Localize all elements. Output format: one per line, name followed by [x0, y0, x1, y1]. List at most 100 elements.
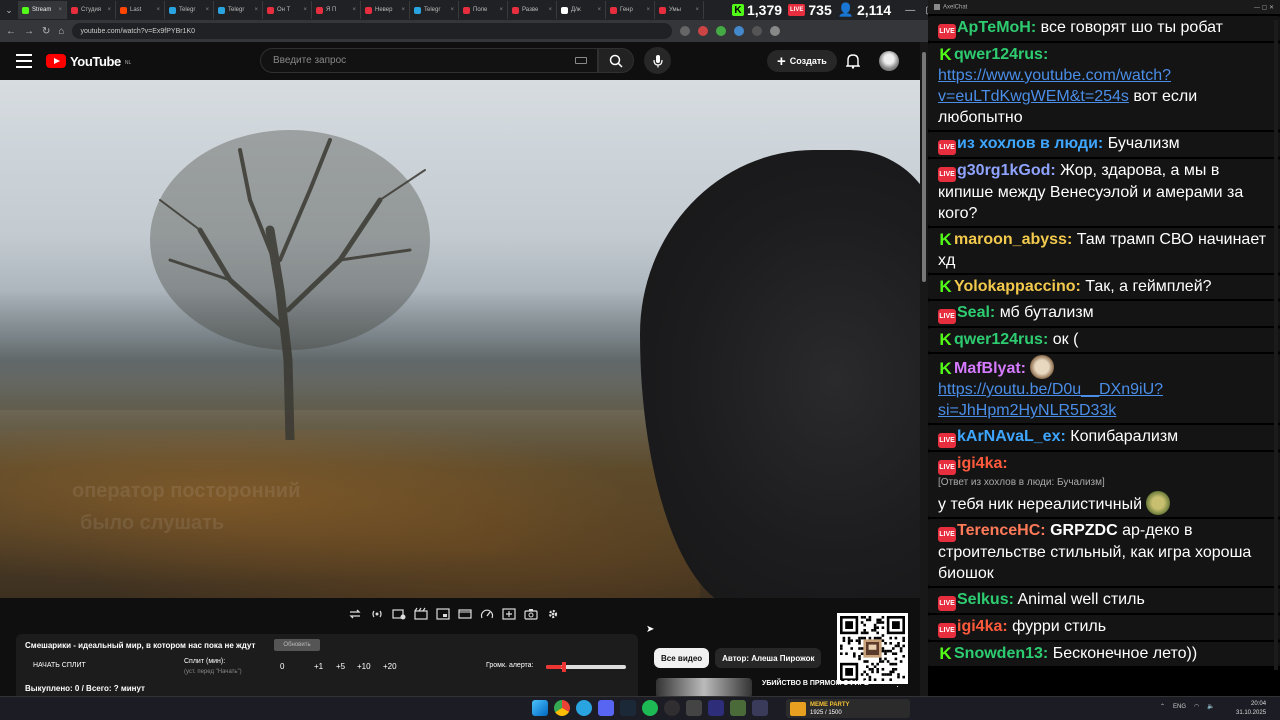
- url-field[interactable]: youtube.com/watch?v=Ex9fPYBr1K0: [72, 23, 673, 39]
- broadcast-icon[interactable]: [368, 605, 386, 623]
- more-vert-icon[interactable]: ⋮: [893, 678, 902, 689]
- browser-tab[interactable]: Поле ×: [459, 1, 508, 19]
- menu-icon[interactable]: [16, 54, 32, 68]
- browser-tab[interactable]: Он Т ×: [263, 1, 312, 19]
- alert-volume-slider[interactable]: [546, 662, 626, 672]
- browser-tab[interactable]: Невер ×: [361, 1, 410, 19]
- chat-nick[interactable]: АрТеМоН:: [957, 19, 1036, 36]
- app-icon[interactable]: [730, 700, 746, 716]
- browser-tab[interactable]: Telegr ×: [410, 1, 459, 19]
- spotify-icon[interactable]: [642, 700, 658, 716]
- chat-nick[interactable]: qwer124rus:: [954, 46, 1048, 63]
- app-icon[interactable]: [752, 700, 768, 716]
- minimize-icon[interactable]: —: [905, 5, 915, 16]
- youtube-logo[interactable]: YouTube NL: [46, 54, 131, 69]
- increment-button[interactable]: +20: [383, 662, 397, 671]
- chat-nick[interactable]: Seal:: [957, 304, 995, 321]
- browser-tab[interactable]: Telegr ×: [165, 1, 214, 19]
- obs-icon[interactable]: [664, 700, 680, 716]
- browser-tab[interactable]: Last ×: [116, 1, 165, 19]
- tab-close-icon[interactable]: ×: [254, 7, 258, 13]
- extension-icon[interactable]: [698, 26, 709, 36]
- avatar[interactable]: [879, 51, 899, 71]
- search-input[interactable]: [273, 55, 563, 66]
- media-widget[interactable]: MEME PARTY 1925 / 1500: [786, 699, 910, 718]
- telegram-icon[interactable]: [576, 700, 592, 716]
- extension-icon[interactable]: [716, 26, 727, 36]
- browser-tab[interactable]: Stream ×: [18, 1, 67, 19]
- profile-icon[interactable]: [770, 26, 781, 36]
- home-icon[interactable]: ⌂: [58, 26, 64, 37]
- reload-icon[interactable]: ↻: [42, 26, 50, 37]
- browser-tab[interactable]: Генр ×: [606, 1, 655, 19]
- chevron-up-icon[interactable]: ⌃: [1160, 703, 1165, 710]
- notifications-icon[interactable]: [846, 53, 860, 69]
- search-button[interactable]: [598, 48, 634, 73]
- volume-icon[interactable]: 🔈: [1207, 703, 1214, 710]
- refresh-button[interactable]: Обновить: [274, 639, 320, 651]
- filter-author[interactable]: Автор: Алеша Пирожок: [715, 648, 822, 668]
- chat-nick[interactable]: g30rg1kGod:: [957, 162, 1056, 179]
- extension-icon[interactable]: [734, 26, 745, 36]
- tab-close-icon[interactable]: ×: [303, 7, 307, 13]
- chat-nick[interactable]: qwer124rus:: [954, 331, 1048, 348]
- discord-icon[interactable]: [598, 700, 614, 716]
- download-icon[interactable]: [752, 26, 763, 36]
- tab-close-icon[interactable]: ×: [401, 7, 405, 13]
- chat-nick[interactable]: Selkus:: [957, 591, 1014, 608]
- tab-close-icon[interactable]: ×: [450, 7, 454, 13]
- start-split-button[interactable]: НАЧАТЬ СПЛИТ: [33, 662, 86, 669]
- alert-volume-knob[interactable]: [562, 662, 566, 672]
- tab-close-icon[interactable]: ×: [352, 7, 356, 13]
- clock[interactable]: 20:04 31.10.2025: [1236, 700, 1266, 718]
- split-value[interactable]: 0: [280, 662, 284, 671]
- browser-tab[interactable]: Telegr ×: [214, 1, 263, 19]
- video-settings-icon[interactable]: [390, 605, 408, 623]
- tab-close-icon[interactable]: ×: [107, 7, 111, 13]
- speed-icon[interactable]: [478, 605, 496, 623]
- steam-icon[interactable]: [620, 700, 636, 716]
- filter-all-videos[interactable]: Все видео: [654, 648, 710, 668]
- tab-close-icon[interactable]: ×: [646, 7, 650, 13]
- recommendation-thumbnail[interactable]: [656, 678, 752, 696]
- video-player[interactable]: оператор посторонний было слушать: [0, 80, 920, 598]
- chat-nick[interactable]: MafBlyat:: [954, 360, 1026, 377]
- chat-nick[interactable]: Yolokappaccino:: [954, 278, 1081, 295]
- tab-close-icon[interactable]: ×: [548, 7, 552, 13]
- voice-search-button[interactable]: [644, 47, 671, 74]
- chat-scrollbar[interactable]: [1274, 20, 1278, 670]
- chat-nick[interactable]: igi4ka:: [957, 455, 1008, 472]
- keyboard-icon[interactable]: [575, 57, 587, 64]
- tab-close-icon[interactable]: ×: [695, 7, 699, 13]
- recommendation-title[interactable]: УБИЙСТВО В ПРЯМОМ ЭФИРЕ: [762, 680, 869, 687]
- page-scrollbar[interactable]: [920, 42, 928, 696]
- chat-window-controls[interactable]: — ▢ ✕: [1254, 4, 1274, 11]
- chat-nick[interactable]: maroon_abyss:: [954, 231, 1072, 248]
- increment-button[interactable]: +1: [314, 662, 323, 671]
- create-button[interactable]: + Создать: [767, 50, 837, 72]
- extension-icon[interactable]: [680, 26, 691, 36]
- forward-icon[interactable]: →: [24, 26, 34, 37]
- add-frame-icon[interactable]: [500, 605, 518, 623]
- video-app-icon[interactable]: [708, 700, 724, 716]
- app-icon[interactable]: [686, 700, 702, 716]
- language-indicator[interactable]: ENG: [1173, 704, 1186, 710]
- chrome-icon[interactable]: [554, 700, 570, 716]
- tab-close-icon[interactable]: ×: [205, 7, 209, 13]
- browser-tab[interactable]: Студия ×: [67, 1, 116, 19]
- chat-nick[interactable]: Snowden13:: [954, 645, 1048, 662]
- chat-nick[interactable]: TerenceHC:: [957, 522, 1046, 539]
- chat-link[interactable]: https://youtu.be/D0u__DXn9iU?si=JhHpm2Hy…: [938, 381, 1163, 419]
- tab-close-icon[interactable]: ×: [156, 7, 160, 13]
- chat-nick[interactable]: igi4ka:: [957, 618, 1008, 635]
- tab-close-icon[interactable]: ×: [499, 7, 503, 13]
- windows-start-icon[interactable]: [532, 700, 548, 716]
- clapperboard-icon[interactable]: [412, 605, 430, 623]
- tab-close-icon[interactable]: ×: [58, 7, 62, 13]
- browser-tab[interactable]: Умы ×: [655, 1, 704, 19]
- increment-button[interactable]: +5: [336, 662, 345, 671]
- browser-tab[interactable]: Разве ×: [508, 1, 557, 19]
- loop-icon[interactable]: [346, 605, 364, 623]
- camera-icon[interactable]: [522, 605, 540, 623]
- chat-nick[interactable]: kArNAvaL_ex:: [957, 428, 1066, 445]
